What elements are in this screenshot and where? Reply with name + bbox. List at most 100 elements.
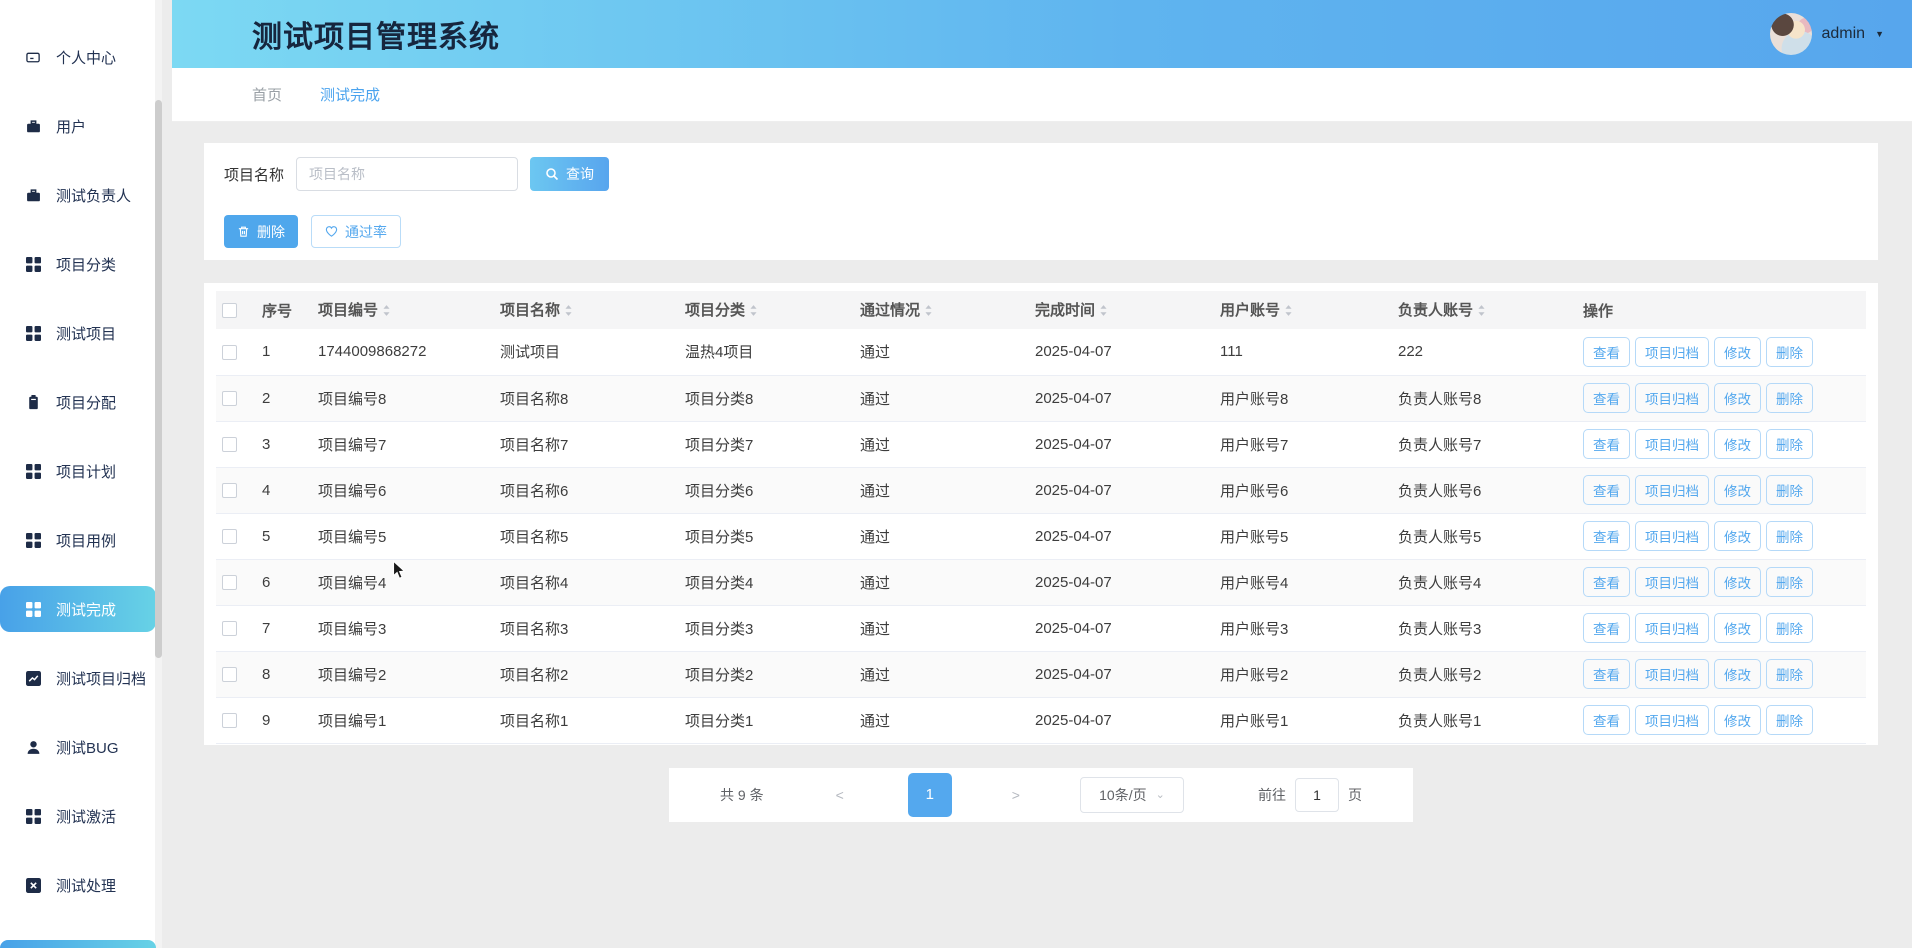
sidebar-item-11[interactable]: 测试激活	[0, 793, 162, 839]
cell: 项目编号7	[312, 421, 494, 467]
row-action-0[interactable]: 查看	[1583, 475, 1630, 505]
sidebar-item-1[interactable]: 用户	[0, 103, 162, 149]
row-action-2[interactable]: 修改	[1714, 475, 1761, 505]
row-action-0[interactable]: 查看	[1583, 613, 1630, 643]
row-action-1[interactable]: 项目归档	[1635, 429, 1709, 459]
row-checkbox[interactable]	[222, 437, 237, 452]
sort-icon[interactable]	[1477, 304, 1486, 321]
sidebar-item-6[interactable]: 项目计划	[0, 448, 162, 494]
row-checkbox[interactable]	[222, 529, 237, 544]
row-action-2[interactable]: 修改	[1714, 567, 1761, 597]
column-header-7[interactable]: 负责人账号	[1392, 291, 1577, 329]
row-action-3[interactable]: 删除	[1766, 521, 1813, 551]
row-actions-cell: 查看项目归档修改删除	[1577, 421, 1866, 467]
query-button[interactable]: 查询	[530, 157, 609, 191]
page-number-button[interactable]: 1	[908, 773, 952, 817]
sort-icon[interactable]	[382, 304, 391, 321]
row-action-1[interactable]: 项目归档	[1635, 613, 1709, 643]
avatar[interactable]	[1770, 13, 1812, 55]
column-header-3[interactable]: 项目分类	[679, 291, 854, 329]
row-checkbox[interactable]	[222, 391, 237, 406]
row-action-0[interactable]: 查看	[1583, 705, 1630, 735]
cell: 项目分类5	[679, 513, 854, 559]
sidebar-item-2[interactable]: 测试负责人	[0, 172, 162, 218]
row-action-2[interactable]: 修改	[1714, 613, 1761, 643]
column-header-2[interactable]: 项目名称	[494, 291, 679, 329]
sort-icon[interactable]	[1099, 304, 1108, 321]
row-action-0[interactable]: 查看	[1583, 521, 1630, 551]
prev-page-button[interactable]: <	[836, 787, 844, 803]
row-checkbox[interactable]	[222, 575, 237, 590]
cell: 2025-04-07	[1029, 651, 1214, 697]
goto-prefix-label: 前往	[1258, 785, 1286, 805]
row-action-1[interactable]: 项目归档	[1635, 521, 1709, 551]
sidebar-scrollbar-thumb[interactable]	[155, 100, 162, 658]
row-action-0[interactable]: 查看	[1583, 337, 1630, 367]
sidebar-item-10[interactable]: 测试BUG	[0, 724, 162, 770]
row-action-1[interactable]: 项目归档	[1635, 659, 1709, 689]
delete-button[interactable]: 删除	[224, 215, 298, 248]
row-action-0[interactable]: 查看	[1583, 567, 1630, 597]
row-action-2[interactable]: 修改	[1714, 383, 1761, 413]
row-action-3[interactable]: 删除	[1766, 567, 1813, 597]
next-page-button[interactable]: >	[1012, 787, 1020, 803]
sidebar-item-4[interactable]: 测试项目	[0, 310, 162, 356]
tab-test-complete[interactable]: 测试完成	[320, 84, 380, 105]
row-action-1[interactable]: 项目归档	[1635, 337, 1709, 367]
sidebar-item-5[interactable]: 项目分配	[0, 379, 162, 425]
row-action-2[interactable]: 修改	[1714, 429, 1761, 459]
row-checkbox[interactable]	[222, 667, 237, 682]
sidebar-item-7[interactable]: 项目用例	[0, 517, 162, 563]
select-all-checkbox[interactable]	[222, 303, 237, 318]
cell: 项目分类6	[679, 467, 854, 513]
sidebar-item-12[interactable]: 测试处理	[0, 862, 162, 908]
row-action-3[interactable]: 删除	[1766, 613, 1813, 643]
column-header-5[interactable]: 完成时间	[1029, 291, 1214, 329]
row-actions-cell: 查看项目归档修改删除	[1577, 513, 1866, 559]
row-action-1[interactable]: 项目归档	[1635, 475, 1709, 505]
row-action-1[interactable]: 项目归档	[1635, 567, 1709, 597]
row-checkbox[interactable]	[222, 345, 237, 360]
box-x-icon	[26, 877, 42, 893]
row-action-3[interactable]: 删除	[1766, 337, 1813, 367]
row-action-0[interactable]: 查看	[1583, 659, 1630, 689]
tab-home[interactable]: 首页	[252, 84, 282, 105]
sidebar-item-3[interactable]: 项目分类	[0, 241, 162, 287]
row-action-3[interactable]: 删除	[1766, 705, 1813, 735]
sidebar-item-label: 测试完成	[56, 599, 116, 620]
cell: 2025-04-07	[1029, 329, 1214, 375]
sort-icon[interactable]	[924, 304, 933, 321]
sidebar-item-9[interactable]: 测试项目归档	[0, 655, 162, 701]
row-checkbox[interactable]	[222, 621, 237, 636]
project-name-input[interactable]	[296, 157, 518, 191]
row-action-2[interactable]: 修改	[1714, 705, 1761, 735]
column-header-6[interactable]: 用户账号	[1214, 291, 1392, 329]
row-checkbox[interactable]	[222, 713, 237, 728]
row-action-3[interactable]: 删除	[1766, 475, 1813, 505]
pass-rate-button[interactable]: 通过率	[311, 215, 401, 248]
sidebar-item-8[interactable]: 测试完成	[0, 586, 156, 632]
sort-icon[interactable]	[749, 304, 758, 321]
user-menu[interactable]: admin ▼	[1770, 13, 1885, 55]
goto-page-input[interactable]	[1295, 778, 1339, 812]
row-action-0[interactable]: 查看	[1583, 383, 1630, 413]
cell: 222	[1392, 329, 1577, 375]
column-header-1[interactable]: 项目编号	[312, 291, 494, 329]
row-action-2[interactable]: 修改	[1714, 659, 1761, 689]
row-action-0[interactable]: 查看	[1583, 429, 1630, 459]
row-action-3[interactable]: 删除	[1766, 383, 1813, 413]
row-action-3[interactable]: 删除	[1766, 429, 1813, 459]
column-header-4[interactable]: 通过情况	[854, 291, 1029, 329]
row-action-3[interactable]: 删除	[1766, 659, 1813, 689]
page-size-select[interactable]: 10条/页 ⌄	[1080, 777, 1184, 813]
row-checkbox[interactable]	[222, 483, 237, 498]
app-header: 测试项目管理系统 admin ▼	[172, 0, 1912, 68]
row-action-2[interactable]: 修改	[1714, 521, 1761, 551]
sort-icon[interactable]	[564, 304, 573, 321]
row-action-1[interactable]: 项目归档	[1635, 705, 1709, 735]
row-action-1[interactable]: 项目归档	[1635, 383, 1709, 413]
sidebar-item-0[interactable]: 个人中心	[0, 34, 162, 80]
table-row: 4项目编号6项目名称6项目分类6通过2025-04-07用户账号6负责人账号6查…	[216, 467, 1866, 513]
row-action-2[interactable]: 修改	[1714, 337, 1761, 367]
sort-icon[interactable]	[1284, 304, 1293, 321]
